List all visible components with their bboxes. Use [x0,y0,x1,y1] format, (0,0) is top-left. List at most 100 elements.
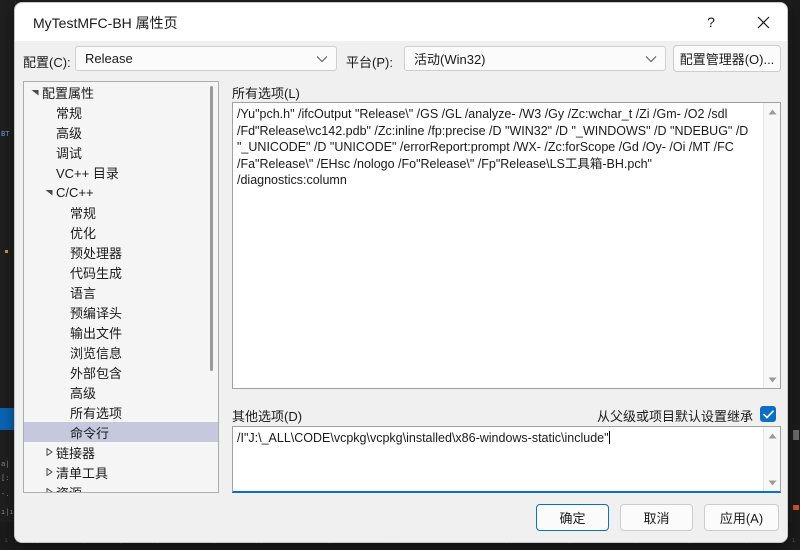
triangle-collapsed-icon[interactable] [42,482,56,492]
tree-item-12[interactable]: 输出文件 [24,322,218,342]
tree-item-5[interactable]: C/C++ [24,182,218,202]
ide-right-edge [792,0,800,550]
all-options-label: 所有选项(L) [232,86,300,101]
tree-item-8[interactable]: 预处理器 [24,242,218,262]
tree-item-1[interactable]: 常规 [24,102,218,122]
triangle-up-icon [768,109,777,114]
configuration-manager-button[interactable]: 配置管理器(O)... [673,45,781,72]
close-button[interactable] [741,3,785,41]
tree-item-10[interactable]: 语言 [24,282,218,302]
tree-item-label: 清单工具 [56,465,109,481]
inherit-label: 从父级或项目默认设置继承 [596,409,753,424]
tree-item-label: 资源 [56,485,83,493]
other-options-scrollbar[interactable] [763,427,780,491]
question-mark-icon: ? [707,14,715,30]
dialog-title: MyTestMFC-BH 属性页 [33,15,178,31]
all-options-scrollbar[interactable] [763,103,780,388]
other-options-textarea[interactable]: /I"J:\_ALL\CODE\vcpkg\vcpkg\installed\x8… [232,426,781,493]
chevron-down-icon [316,47,328,70]
triangle-down-icon [768,377,777,382]
dialog-header: 配置(C): Release 平台(P): 活动(Win32) 配置管理器(O)… [15,41,787,81]
tree-item-9[interactable]: 代码生成 [24,262,218,282]
tree-item-3[interactable]: 调试 [24,142,218,162]
tree-item-14[interactable]: 外部包含 [24,362,218,382]
tree-item-label: 高级 [70,385,97,401]
tree-item-label: 代码生成 [70,265,123,281]
ide-code-token: -. [1,490,10,498]
tree-item-15[interactable]: 高级 [24,382,218,402]
tree-item-20[interactable]: 资源 [24,482,218,493]
triangle-up-icon [768,433,777,438]
all-options-textarea[interactable]: /Yu"pch.h" /ifcOutput "Release\" /GS /GL… [232,102,781,389]
chevron-down-icon [645,47,657,70]
apply-button[interactable]: 应用(A) [704,504,779,531]
tree-item-19[interactable]: 清单工具 [24,462,218,482]
tree-item-17[interactable]: 命令行 [24,422,218,442]
ide-scroll-marker[interactable] [793,505,799,510]
scroll-up-arrow[interactable] [764,427,780,444]
text-caret [608,431,610,444]
ide-code-dot [5,250,8,253]
tree-item-label: 调试 [56,145,83,161]
all-options-text[interactable]: /Yu"pch.h" /ifcOutput "Release\" /GS /GL… [237,106,761,189]
tree-scrollbar[interactable] [207,86,216,490]
tree-item-6[interactable]: 常规 [24,202,218,222]
tree-item-label: 命令行 [70,425,110,441]
cancel-button[interactable]: 取消 [620,504,693,531]
tree-item-label: 预处理器 [70,245,123,261]
dialog-body: 配置属性 常规 高级 调试 VC++ 目录 C/C++ 常规 优化 预处理器 代码生成 语言 预编译头… [15,81,787,496]
inherit-checkbox[interactable] [760,406,776,422]
configuration-value: Release [85,51,133,66]
tree-item-13[interactable]: 浏览信息 [24,342,218,362]
help-button[interactable]: ? [689,3,733,41]
triangle-expanded-icon[interactable] [28,82,42,102]
tree-item-label: VC++ 目录 [56,165,119,181]
property-tree[interactable]: 配置属性 常规 高级 调试 VC++ 目录 C/C++ 常规 优化 预处理器 代码生成 语言 预编译头… [23,81,219,493]
configuration-select[interactable]: Release [75,46,337,71]
tree-item-7[interactable]: 优化 [24,222,218,242]
dialog-footer: 确定 取消 应用(A) [15,494,787,542]
tree-item-label: 所有选项 [70,405,123,421]
tree-item-label: 配置属性 [42,85,95,101]
tree-item-4[interactable]: VC++ 目录 [24,162,218,182]
tree-item-label: 高级 [56,125,83,141]
scroll-down-arrow[interactable] [764,474,780,491]
platform-label: 平台(P): [346,55,393,70]
other-options-text-wrap[interactable]: /I"J:\_ALL\CODE\vcpkg\vcpkg\installed\x8… [237,430,761,447]
platform-select[interactable]: 活动(Win32) [404,46,666,71]
triangle-collapsed-icon[interactable] [42,462,56,482]
triangle-expanded-icon[interactable] [42,182,56,202]
tree-item-11[interactable]: 预编译头 [24,302,218,322]
tree-item-label: 预编译头 [70,305,123,321]
tree-item-label: 输出文件 [70,325,123,341]
tree-item-18[interactable]: 链接器 [24,442,218,462]
close-icon [757,16,769,28]
tree-item-label: 优化 [70,225,97,241]
property-tree-rows: 配置属性 常规 高级 调试 VC++ 目录 C/C++ 常规 优化 预处理器 代码生成 语言 预编译头… [24,82,218,493]
tree-item-label: 外部包含 [70,365,123,381]
ide-selected-marker [0,408,15,430]
tree-item-label: 链接器 [56,445,96,461]
scroll-up-arrow[interactable] [764,103,780,120]
triangle-collapsed-icon[interactable] [42,442,56,462]
tree-item-16[interactable]: 所有选项 [24,402,218,422]
ok-button[interactable]: 确定 [536,504,609,531]
tree-item-2[interactable]: 高级 [24,122,218,142]
scroll-down-arrow[interactable] [764,371,780,388]
ide-scroll-marker[interactable] [793,430,799,440]
tree-scrollbar-thumb[interactable] [210,86,213,371]
ide-code-token: [: [1,474,10,482]
tree-item-0[interactable]: 配置属性 [24,82,218,102]
other-options-label: 其他选项(D) [232,409,303,424]
